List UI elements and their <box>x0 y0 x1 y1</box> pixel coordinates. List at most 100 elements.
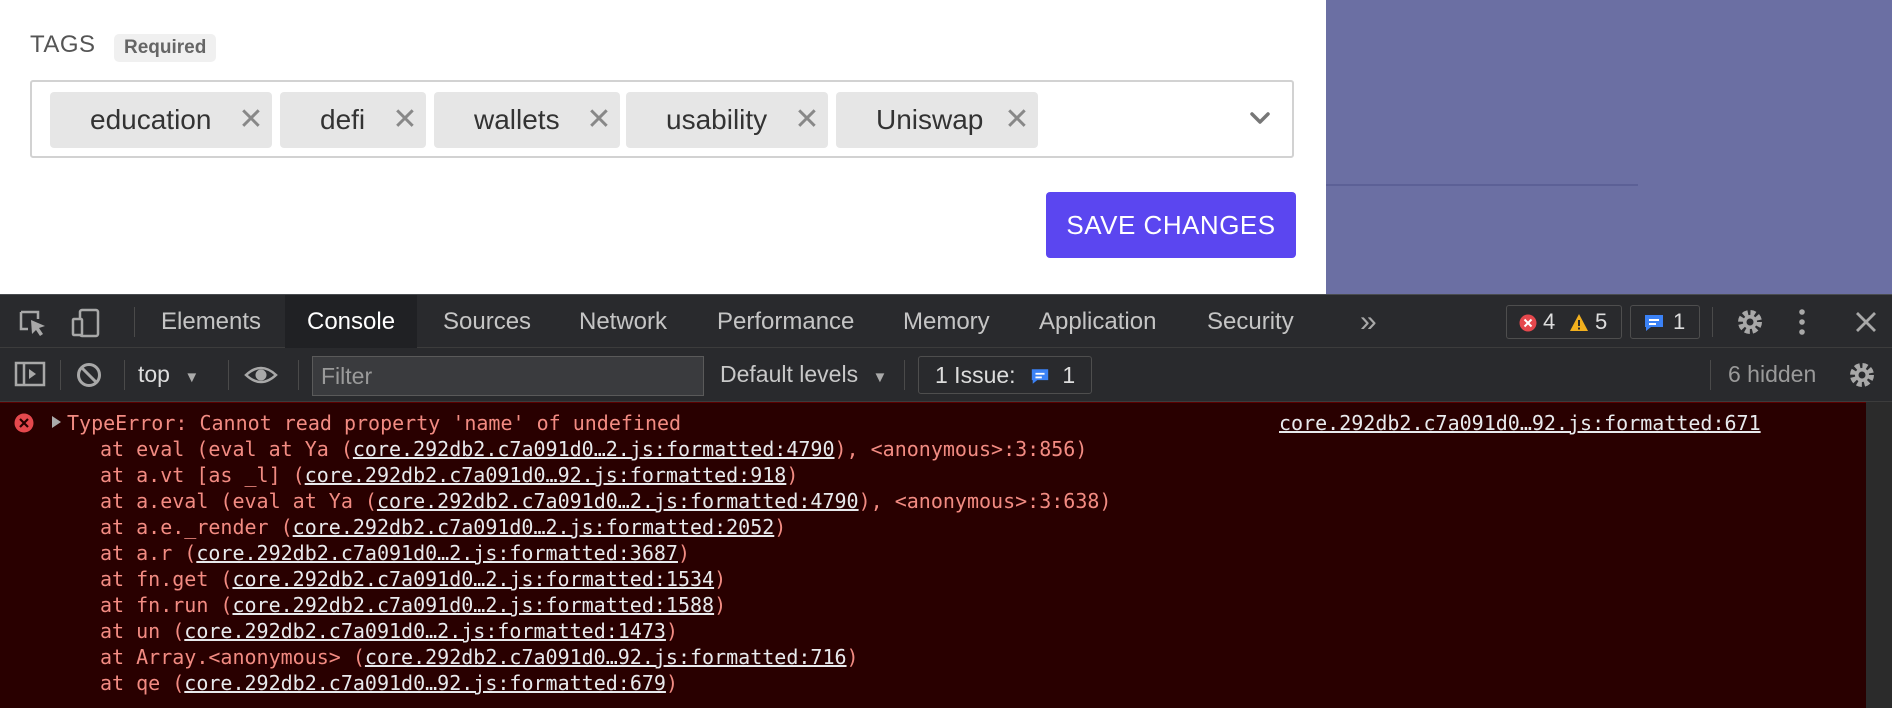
frame-suffix: ) <box>677 541 691 565</box>
sidebar-toggle-icon[interactable] <box>14 360 46 388</box>
frame-suffix: ), <anonymous>:3:638) <box>858 489 1112 513</box>
error-icon <box>1519 314 1537 332</box>
device-toolbar-icon[interactable] <box>70 307 102 339</box>
separator <box>1710 360 1711 390</box>
frame-prefix: at a.vt [as _l] ( <box>100 463 305 487</box>
issues-label: 1 Issue: <box>935 362 1016 388</box>
console-toolbar: top ▼ Default levels ▼ 1 Issue: 1 6 hidd… <box>0 348 1892 402</box>
tag-label: wallets <box>474 104 560 135</box>
remove-tag-icon[interactable]: ✕ <box>392 92 418 148</box>
frame-link[interactable]: core.292db2.c7a091d0…2.js:formatted:1534 <box>232 567 714 591</box>
separator <box>124 360 125 390</box>
tab-network[interactable]: Network <box>557 295 689 348</box>
tag-chip-wallets: wallets ✕ <box>434 92 620 148</box>
chevron-down-icon[interactable] <box>1246 104 1274 132</box>
frame-link[interactable]: core.292db2.c7a091d0…2.js:formatted:4790 <box>353 437 835 461</box>
tag-chip-usability: usability ✕ <box>626 92 828 148</box>
clear-console-icon[interactable] <box>75 361 103 389</box>
frame-prefix: at a.r ( <box>100 541 197 565</box>
save-changes-button[interactable]: SAVE CHANGES <box>1046 192 1296 258</box>
devtools-panel: Elements Console Sources Network Perform… <box>0 294 1892 708</box>
message-count: 1 <box>1673 309 1686 334</box>
log-levels-dropdown[interactable]: Default levels ▼ <box>720 356 887 392</box>
tag-chip-uniswap: Uniswap ✕ <box>836 92 1038 148</box>
tag-chip-defi: defi ✕ <box>280 92 426 148</box>
frame-suffix: ) <box>846 645 859 669</box>
frame-prefix: at a.eval (eval at Ya ( <box>100 489 377 513</box>
caret-down-icon: ▼ <box>872 369 888 386</box>
issue-counters[interactable]: 4 5 <box>1506 305 1622 339</box>
devtools-tabbar: Elements Console Sources Network Perform… <box>0 294 1892 348</box>
frame-link[interactable]: core.292db2.c7a091d0…92.js:formatted:679 <box>184 671 666 695</box>
separator <box>904 360 905 390</box>
frame-suffix: ) <box>786 463 799 487</box>
frame-prefix: at eval (eval at Ya ( <box>100 437 353 461</box>
stack-frame: at a.e._render (core.292db2.c7a091d0…2.j… <box>100 514 786 540</box>
tag-chip-education: education ✕ <box>50 92 272 148</box>
settings-gear-icon[interactable] <box>1735 307 1765 337</box>
frame-suffix: ) <box>714 567 727 591</box>
tab-sources[interactable]: Sources <box>421 295 553 348</box>
frame-link[interactable]: core.292db2.c7a091d0…92.js:formatted:716 <box>365 645 847 669</box>
tab-performance[interactable]: Performance <box>695 295 876 348</box>
stack-frame: at a.r (core.292db2.c7a091d0…2.js:format… <box>100 540 690 566</box>
issues-button[interactable]: 1 Issue: 1 <box>918 356 1092 394</box>
frame-prefix: at fn.run ( <box>100 593 233 617</box>
frame-suffix: ) <box>774 515 787 539</box>
stack-frame: at Array.<anonymous> (core.292db2.c7a091… <box>100 644 859 670</box>
remove-tag-icon[interactable]: ✕ <box>238 92 264 148</box>
frame-link[interactable]: core.292db2.c7a091d0…2.js:formatted:1588 <box>232 593 714 617</box>
frame-prefix: at un ( <box>100 619 185 643</box>
message-counter[interactable]: 1 <box>1630 305 1700 339</box>
frame-link[interactable]: core.292db2.c7a091d0…2.js:formatted:2052 <box>293 515 775 539</box>
frame-suffix: ), <anonymous>:3:856) <box>834 437 1088 461</box>
filter-input[interactable] <box>312 356 704 396</box>
stack-frame: at fn.get (core.292db2.c7a091d0…2.js:for… <box>100 566 726 592</box>
tab-security[interactable]: Security <box>1185 295 1316 348</box>
separator <box>228 360 229 390</box>
console-scrollbar[interactable] <box>1866 402 1892 708</box>
message-icon <box>1645 315 1663 331</box>
frame-link[interactable]: core.292db2.c7a091d0…2.js:formatted:1473 <box>184 619 666 643</box>
frame-link[interactable]: core.292db2.c7a091d0…2.js:formatted:4790 <box>377 489 859 513</box>
separator <box>1712 307 1713 337</box>
remove-tag-icon[interactable]: ✕ <box>1004 92 1030 148</box>
caret-down-icon: ▼ <box>184 369 200 386</box>
separator <box>298 360 299 390</box>
console-settings-gear-icon[interactable] <box>1847 360 1877 390</box>
tags-label: TAGS <box>30 31 96 58</box>
remove-tag-icon[interactable]: ✕ <box>586 92 612 148</box>
frame-link[interactable]: core.292db2.c7a091d0…92.js:formatted:918 <box>305 463 787 487</box>
remove-tag-icon[interactable]: ✕ <box>794 92 820 148</box>
tab-application[interactable]: Application <box>1017 295 1178 348</box>
frame-prefix: at Array.<anonymous> ( <box>100 645 365 669</box>
stack-frame: at fn.run (core.292db2.c7a091d0…2.js:for… <box>100 592 726 618</box>
live-expression-eye-icon[interactable] <box>244 362 278 388</box>
frame-suffix: ) <box>665 619 678 643</box>
tag-label: Uniswap <box>876 104 984 135</box>
console-output: TypeError: Cannot read property 'name' o… <box>0 402 1866 708</box>
frame-suffix: ) <box>665 671 678 695</box>
more-options-icon[interactable] <box>1796 307 1808 337</box>
tags-form: TAGS Required education ✕ defi ✕ wallets… <box>0 0 1326 294</box>
more-tabs-icon[interactable]: » <box>1338 295 1399 348</box>
expand-triangle-icon[interactable] <box>52 416 61 428</box>
required-badge: Required <box>114 34 217 62</box>
inspect-element-icon[interactable] <box>18 309 48 337</box>
stack-frame: at eval (eval at Ya (core.292db2.c7a091d… <box>100 436 1087 462</box>
tab-elements[interactable]: Elements <box>139 295 283 348</box>
tag-label: education <box>90 104 212 135</box>
context-selector[interactable]: top ▼ <box>138 356 199 392</box>
frame-prefix: at qe ( <box>100 671 185 695</box>
close-devtools-icon[interactable] <box>1854 310 1878 334</box>
error-message: TypeError: Cannot read property 'name' o… <box>67 411 682 435</box>
tag-label: usability <box>666 104 768 135</box>
frame-link[interactable]: core.292db2.c7a091d0…2.js:formatted:3687 <box>196 541 678 565</box>
tags-multiselect[interactable]: education ✕ defi ✕ wallets ✕ usability ✕… <box>30 80 1294 158</box>
stack-frame: at a.vt [as _l] (core.292db2.c7a091d0…92… <box>100 462 798 488</box>
frame-prefix: at fn.get ( <box>100 567 233 591</box>
tab-memory[interactable]: Memory <box>881 295 1012 348</box>
error-source-link[interactable]: core.292db2.c7a091d0…92.js:formatted:671 <box>1279 410 1761 436</box>
frame-suffix: ) <box>714 593 727 617</box>
tab-console[interactable]: Console <box>285 295 418 348</box>
